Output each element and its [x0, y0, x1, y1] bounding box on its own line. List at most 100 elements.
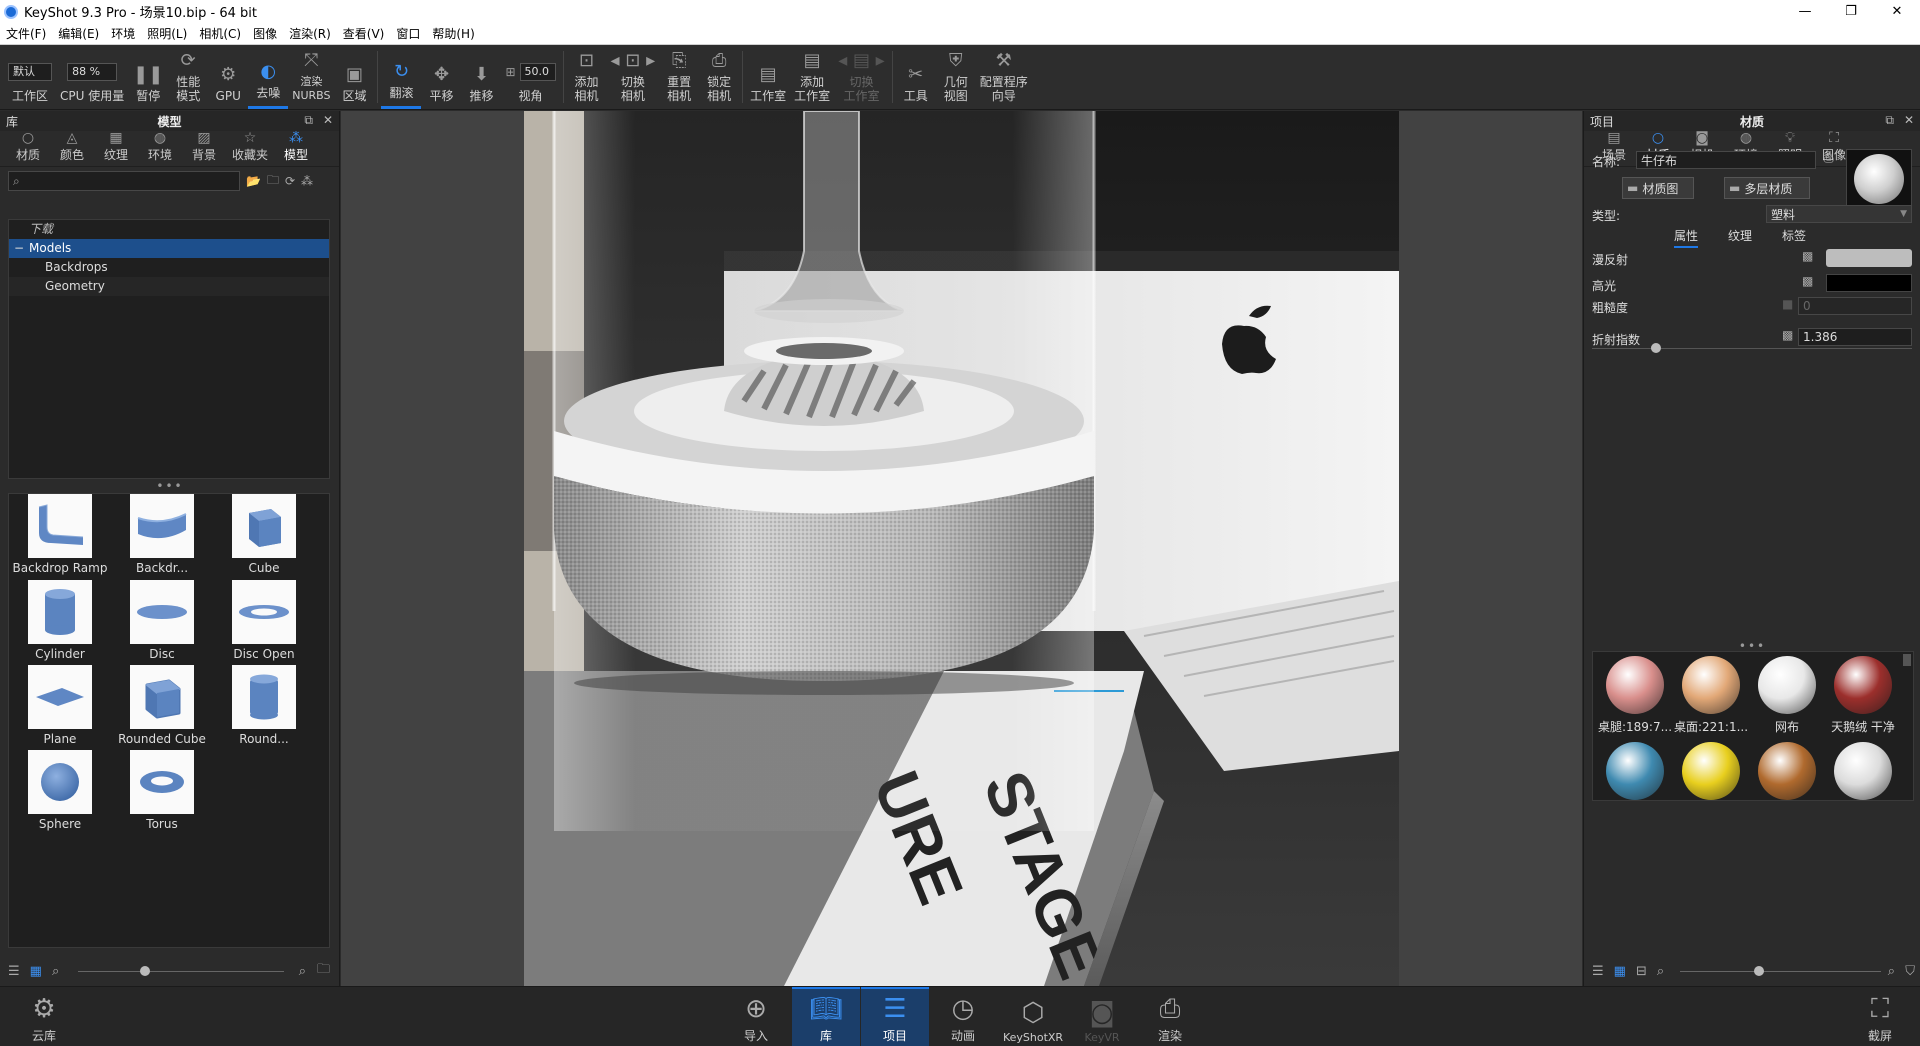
menu-render[interactable]: 渲染(R) [283, 25, 337, 42]
configurator-wizard-button[interactable]: ⚒ 配置程序 向导 [976, 45, 1032, 109]
thumbnail-size-knob[interactable] [1754, 966, 1764, 976]
reset-camera-button[interactable]: ⎘ 重置 相机 [659, 45, 699, 109]
thumbnail-size-slider[interactable] [1680, 971, 1881, 972]
keyshotxr-button[interactable]: ⬡ KeyShotXR [998, 987, 1068, 1046]
render-nurbs-button[interactable]: ⤧ 渲染 NURBS [288, 45, 334, 109]
model-item[interactable]: Cylinder [9, 580, 111, 661]
geometry-view-button[interactable]: ⛨ 几何 视图 [936, 45, 976, 109]
material-preview-thumbnail[interactable] [1846, 149, 1912, 209]
material-swatch-item[interactable]: 天鹅绒 干净 [1825, 656, 1901, 735]
switch-camera-button[interactable]: ◂ ⊡ ▸ 切换 相机 [607, 45, 660, 109]
menu-view[interactable]: 查看(V) [337, 25, 391, 42]
menu-window[interactable]: 窗口 [390, 25, 426, 42]
tab-favorites[interactable]: ☆ 收藏夹 [226, 130, 274, 166]
refraction-index-slider[interactable] [1592, 348, 1912, 349]
tab-textures[interactable]: ▦ 纹理 [94, 130, 138, 166]
tree-item-models[interactable]: − Models [9, 239, 329, 258]
texture-map-icon[interactable]: ■ [1782, 297, 1793, 311]
splitter-handle[interactable]: ••• [0, 480, 340, 492]
grid-view-icon[interactable]: ▦ [30, 964, 42, 979]
menu-lighting[interactable]: 照明(L) [141, 25, 193, 42]
model-item[interactable]: Backdr... [111, 494, 213, 575]
model-item[interactable]: Sphere [9, 750, 111, 831]
model-item[interactable]: Plane [9, 665, 111, 746]
texture-map-icon[interactable]: ▩ [1802, 274, 1813, 288]
filter-icon[interactable]: ⛉ [1905, 964, 1915, 979]
library-button[interactable]: 📖︎ 库 [792, 987, 860, 1046]
menu-file[interactable]: 文件(F) [0, 25, 52, 42]
collapse-icon[interactable]: − [14, 239, 24, 258]
tab-colors[interactable]: ◬ 颜色 [50, 130, 94, 166]
specular-color-swatch[interactable] [1826, 274, 1912, 292]
model-item[interactable]: Cube [213, 494, 315, 575]
tab-materials[interactable]: ○ 材质 [6, 130, 50, 166]
refraction-index-input[interactable]: 1.386 [1798, 328, 1912, 346]
add-folder-icon[interactable]: 🗀 [267, 171, 279, 192]
render-button[interactable]: ⎙ 渲染 [1136, 987, 1204, 1046]
undock-icon[interactable]: ⧉ [304, 113, 313, 128]
switch-studio-button[interactable]: ◂ ▤ ▸ 切换 工作室 [834, 45, 889, 109]
menu-image[interactable]: 图像 [247, 25, 283, 42]
scrollbar[interactable] [1903, 654, 1911, 666]
tools-button[interactable]: ✂ 工具 [896, 45, 936, 109]
zoom-out-icon[interactable]: ⌕ [1657, 964, 1664, 979]
menu-edit[interactable]: 编辑(E) [52, 25, 105, 42]
save-to-library-icon[interactable]: ⎙ [1824, 151, 1834, 166]
restore-button[interactable]: ❐ [1828, 0, 1874, 23]
material-name-input[interactable]: 牛仔布 [1636, 151, 1816, 169]
diffuse-color-swatch[interactable] [1826, 249, 1912, 267]
zoom-in-icon[interactable]: ⌕ [299, 964, 306, 979]
minimize-button[interactable]: — [1782, 0, 1828, 23]
tab-models[interactable]: ⁂ 模型 [274, 130, 318, 166]
tree-item-backdrops[interactable]: Backdrops [9, 258, 329, 277]
subtab-properties[interactable]: 属性 [1674, 227, 1699, 248]
model-item[interactable]: Rounded Cube [111, 665, 213, 746]
region-button[interactable]: ▣ 区域 [334, 45, 374, 109]
studio-button[interactable]: ▤ 工作室 [746, 45, 790, 109]
material-swatch-item[interactable] [1825, 742, 1901, 804]
undock-icon[interactable]: ⧉ [1885, 113, 1894, 128]
cloud-sync-icon[interactable]: ⁂ [301, 174, 313, 188]
tree-view-icon[interactable]: ⊟ [1636, 964, 1647, 979]
add-camera-button[interactable]: ⊡ 添加 相机 [567, 45, 607, 109]
lock-camera-button[interactable]: ⎙ 锁定 相机 [699, 45, 739, 109]
pause-button[interactable]: ❚❚ 暂停 [128, 45, 168, 109]
cpu-usage-select[interactable]: 88 % [67, 63, 118, 81]
library-search-input[interactable]: ⌕ [8, 171, 240, 191]
cloud-library-button[interactable]: ⚙ 云库 [10, 987, 78, 1046]
list-view-icon[interactable]: ☰ [8, 964, 20, 979]
tree-item-geometry[interactable]: Geometry [9, 277, 329, 296]
screenshot-button[interactable]: ⛶ 截屏 [1846, 987, 1914, 1046]
grid-view-icon[interactable]: ▦ [1614, 964, 1626, 979]
folder-icon[interactable]: 🗀 [317, 960, 330, 982]
texture-map-icon[interactable]: ▩ [1782, 328, 1793, 342]
close-button[interactable]: ✕ [1874, 0, 1920, 23]
material-swatch-item[interactable] [1597, 742, 1673, 804]
panel-close-icon[interactable]: ✕ [323, 113, 333, 128]
list-view-icon[interactable]: ☰ [1592, 964, 1604, 979]
animation-button[interactable]: ◷ 动画 [929, 987, 997, 1046]
thumbnail-size-knob[interactable] [140, 966, 150, 976]
render-image[interactable]: STAGE URE [524, 111, 1399, 986]
keyvr-button[interactable]: ◙ KeyVR [1068, 987, 1136, 1046]
menu-camera[interactable]: 相机(C) [193, 25, 247, 42]
model-item[interactable]: Disc [111, 580, 213, 661]
add-studio-button[interactable]: ▤ 添加 工作室 [790, 45, 834, 109]
splitter-handle[interactable]: ••• [1584, 640, 1920, 652]
project-button[interactable]: ☰ 项目 [861, 987, 929, 1046]
zoom-in-icon[interactable]: ⌕ [1888, 964, 1895, 979]
gpu-button[interactable]: ⚙ GPU [208, 45, 248, 109]
tumble-button[interactable]: ↻ 翻滚 [381, 45, 422, 109]
model-item[interactable]: Disc Open [213, 580, 315, 661]
refraction-index-knob[interactable] [1651, 343, 1661, 353]
panel-close-icon[interactable]: ✕ [1904, 113, 1914, 128]
material-swatch-item[interactable]: 桌腿:189:7... [1597, 656, 1673, 735]
performance-mode-button[interactable]: ⟳ 性能 模式 [168, 45, 208, 109]
material-swatch-item[interactable] [1673, 742, 1749, 804]
texture-map-icon[interactable]: ▩ [1802, 249, 1813, 263]
subtab-labels[interactable]: 标签 [1782, 227, 1806, 248]
roughness-input[interactable]: 0 [1798, 297, 1912, 315]
model-item[interactable]: Torus [111, 750, 213, 831]
pan-button[interactable]: ✥ 平移 [421, 45, 461, 109]
model-item[interactable]: Round... [213, 665, 315, 746]
